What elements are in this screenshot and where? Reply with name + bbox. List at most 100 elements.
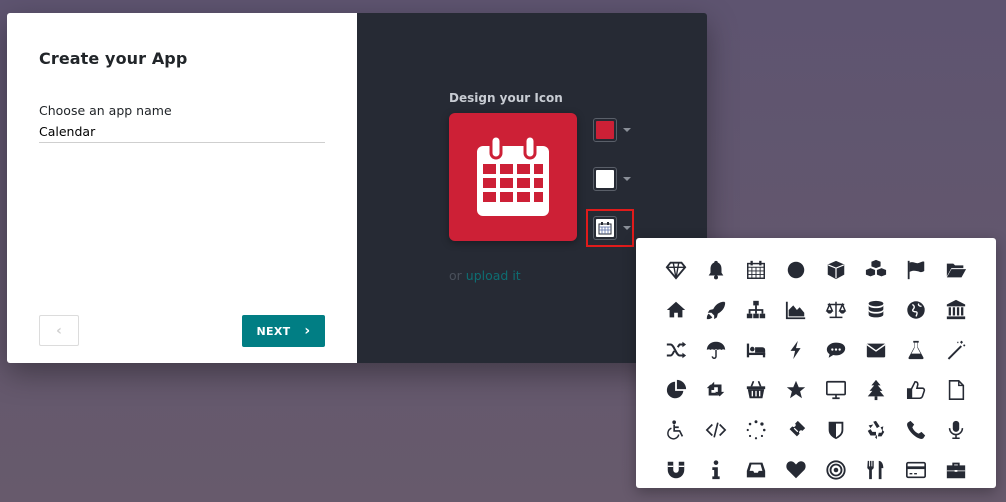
- umbrella-icon: [706, 341, 726, 359]
- icon-option-desktop[interactable]: [816, 370, 856, 410]
- circle-o-notch-icon: [746, 420, 766, 440]
- icon-option-retweet[interactable]: [696, 370, 736, 410]
- desktop-icon: [826, 380, 846, 400]
- icon-option-code[interactable]: [696, 410, 736, 450]
- calendar-icon: [477, 136, 549, 216]
- icon-picker-highlight: [586, 209, 634, 247]
- icon-option-circle-o-notch[interactable]: [736, 410, 776, 450]
- sitemap-icon: [746, 300, 766, 319]
- caret-down-icon: [623, 177, 631, 181]
- bullseye-icon: [826, 460, 846, 480]
- icon-option-university[interactable]: [936, 290, 976, 330]
- icon-option-magic[interactable]: [936, 330, 976, 370]
- icon-option-database[interactable]: [856, 290, 896, 330]
- icon-option-cube[interactable]: [816, 250, 856, 290]
- icon-option-briefcase[interactable]: [936, 450, 976, 490]
- icon-option-area-chart[interactable]: [776, 290, 816, 330]
- flask-icon: [908, 340, 924, 360]
- icon-option-random[interactable]: [656, 330, 696, 370]
- thumbs-o-up-icon: [906, 380, 926, 400]
- icon-option-balance-scale[interactable]: [816, 290, 856, 330]
- briefcase-icon: [946, 462, 966, 479]
- icon-option-circle[interactable]: [776, 250, 816, 290]
- globe-icon: [907, 301, 925, 319]
- app-name-input[interactable]: [39, 121, 325, 143]
- icon-option-ticket[interactable]: [776, 410, 816, 450]
- upload-prefix: or: [449, 268, 462, 283]
- icon-option-bell[interactable]: [696, 250, 736, 290]
- icon-option-microphone[interactable]: [936, 410, 976, 450]
- icon-option-home[interactable]: [656, 290, 696, 330]
- icon-option-globe[interactable]: [896, 290, 936, 330]
- icon-option-commenting[interactable]: [816, 330, 856, 370]
- inbox-icon: [746, 462, 766, 478]
- icon-option-recycle[interactable]: [856, 410, 896, 450]
- icon-option-envelope[interactable]: [856, 330, 896, 370]
- upload-link[interactable]: upload it: [466, 268, 521, 283]
- next-button[interactable]: NEXT ›: [242, 315, 325, 347]
- chevron-right-icon: ›: [304, 323, 311, 339]
- icon-option-file-o[interactable]: [936, 370, 976, 410]
- icon-option-bullseye[interactable]: [816, 450, 856, 490]
- icon-option-credit-card[interactable]: [896, 450, 936, 490]
- calendar-icon: [747, 260, 765, 279]
- icon-option-phone[interactable]: [896, 410, 936, 450]
- microphone-icon: [948, 420, 964, 440]
- upload-line: or upload it: [449, 268, 521, 283]
- bell-icon: [708, 260, 724, 280]
- icon-option-shield[interactable]: [816, 410, 856, 450]
- icon-option-inbox[interactable]: [736, 450, 776, 490]
- icon-option-flask[interactable]: [896, 330, 936, 370]
- create-app-dialog: Create your App Choose an app name ‹ NEX…: [7, 13, 707, 363]
- icon-option-diamond[interactable]: [656, 250, 696, 290]
- caret-down-icon: [623, 128, 631, 132]
- file-o-icon: [948, 380, 965, 400]
- icon-option-magnet[interactable]: [656, 450, 696, 490]
- icon-option-rocket[interactable]: [696, 290, 736, 330]
- icon-option-cutlery[interactable]: [856, 450, 896, 490]
- circle-icon: [787, 261, 805, 279]
- background-color-swatch[interactable]: [593, 118, 617, 142]
- icon-option-bed[interactable]: [736, 330, 776, 370]
- pie-chart-icon: [666, 379, 687, 399]
- envelope-icon: [866, 343, 886, 358]
- icon-option-heart[interactable]: [776, 450, 816, 490]
- flag-icon: [907, 260, 925, 280]
- design-icon-label: Design your Icon: [449, 91, 563, 105]
- database-icon: [868, 300, 884, 318]
- cube-icon: [827, 260, 845, 280]
- icon-option-folder-open[interactable]: [936, 250, 976, 290]
- icon-option-calendar[interactable]: [736, 250, 776, 290]
- background-color-picker[interactable]: [593, 118, 631, 142]
- bed-icon: [746, 343, 766, 358]
- phone-icon: [907, 420, 926, 439]
- icon-option-cubes[interactable]: [856, 250, 896, 290]
- heart-icon: [786, 461, 806, 479]
- university-icon: [946, 299, 966, 320]
- icon-color-swatch[interactable]: [593, 167, 617, 191]
- previous-button[interactable]: ‹: [39, 315, 79, 346]
- icon-option-bolt[interactable]: [776, 330, 816, 370]
- icon-color-picker[interactable]: [593, 167, 631, 191]
- cubes-icon: [865, 259, 887, 277]
- icon-option-sitemap[interactable]: [736, 290, 776, 330]
- balance-scale-icon: [825, 301, 847, 319]
- magic-icon: [947, 340, 966, 360]
- shield-icon: [828, 421, 844, 440]
- icon-option-wheelchair[interactable]: [656, 410, 696, 450]
- home-icon: [666, 301, 686, 318]
- icon-option-tree[interactable]: [856, 370, 896, 410]
- icon-option-flag[interactable]: [896, 250, 936, 290]
- icon-option-info[interactable]: [696, 450, 736, 490]
- bolt-icon: [790, 340, 801, 360]
- app-icon-preview: [449, 113, 577, 241]
- shopping-basket-icon: [746, 381, 766, 399]
- icon-option-pie-chart[interactable]: [656, 370, 696, 410]
- wheelchair-icon: [667, 420, 684, 440]
- icon-option-star[interactable]: [776, 370, 816, 410]
- icon-option-umbrella[interactable]: [696, 330, 736, 370]
- icon-option-shopping-basket[interactable]: [736, 370, 776, 410]
- next-button-label: NEXT: [256, 324, 291, 338]
- area-chart-icon: [785, 301, 806, 320]
- icon-option-thumbs-o-up[interactable]: [896, 370, 936, 410]
